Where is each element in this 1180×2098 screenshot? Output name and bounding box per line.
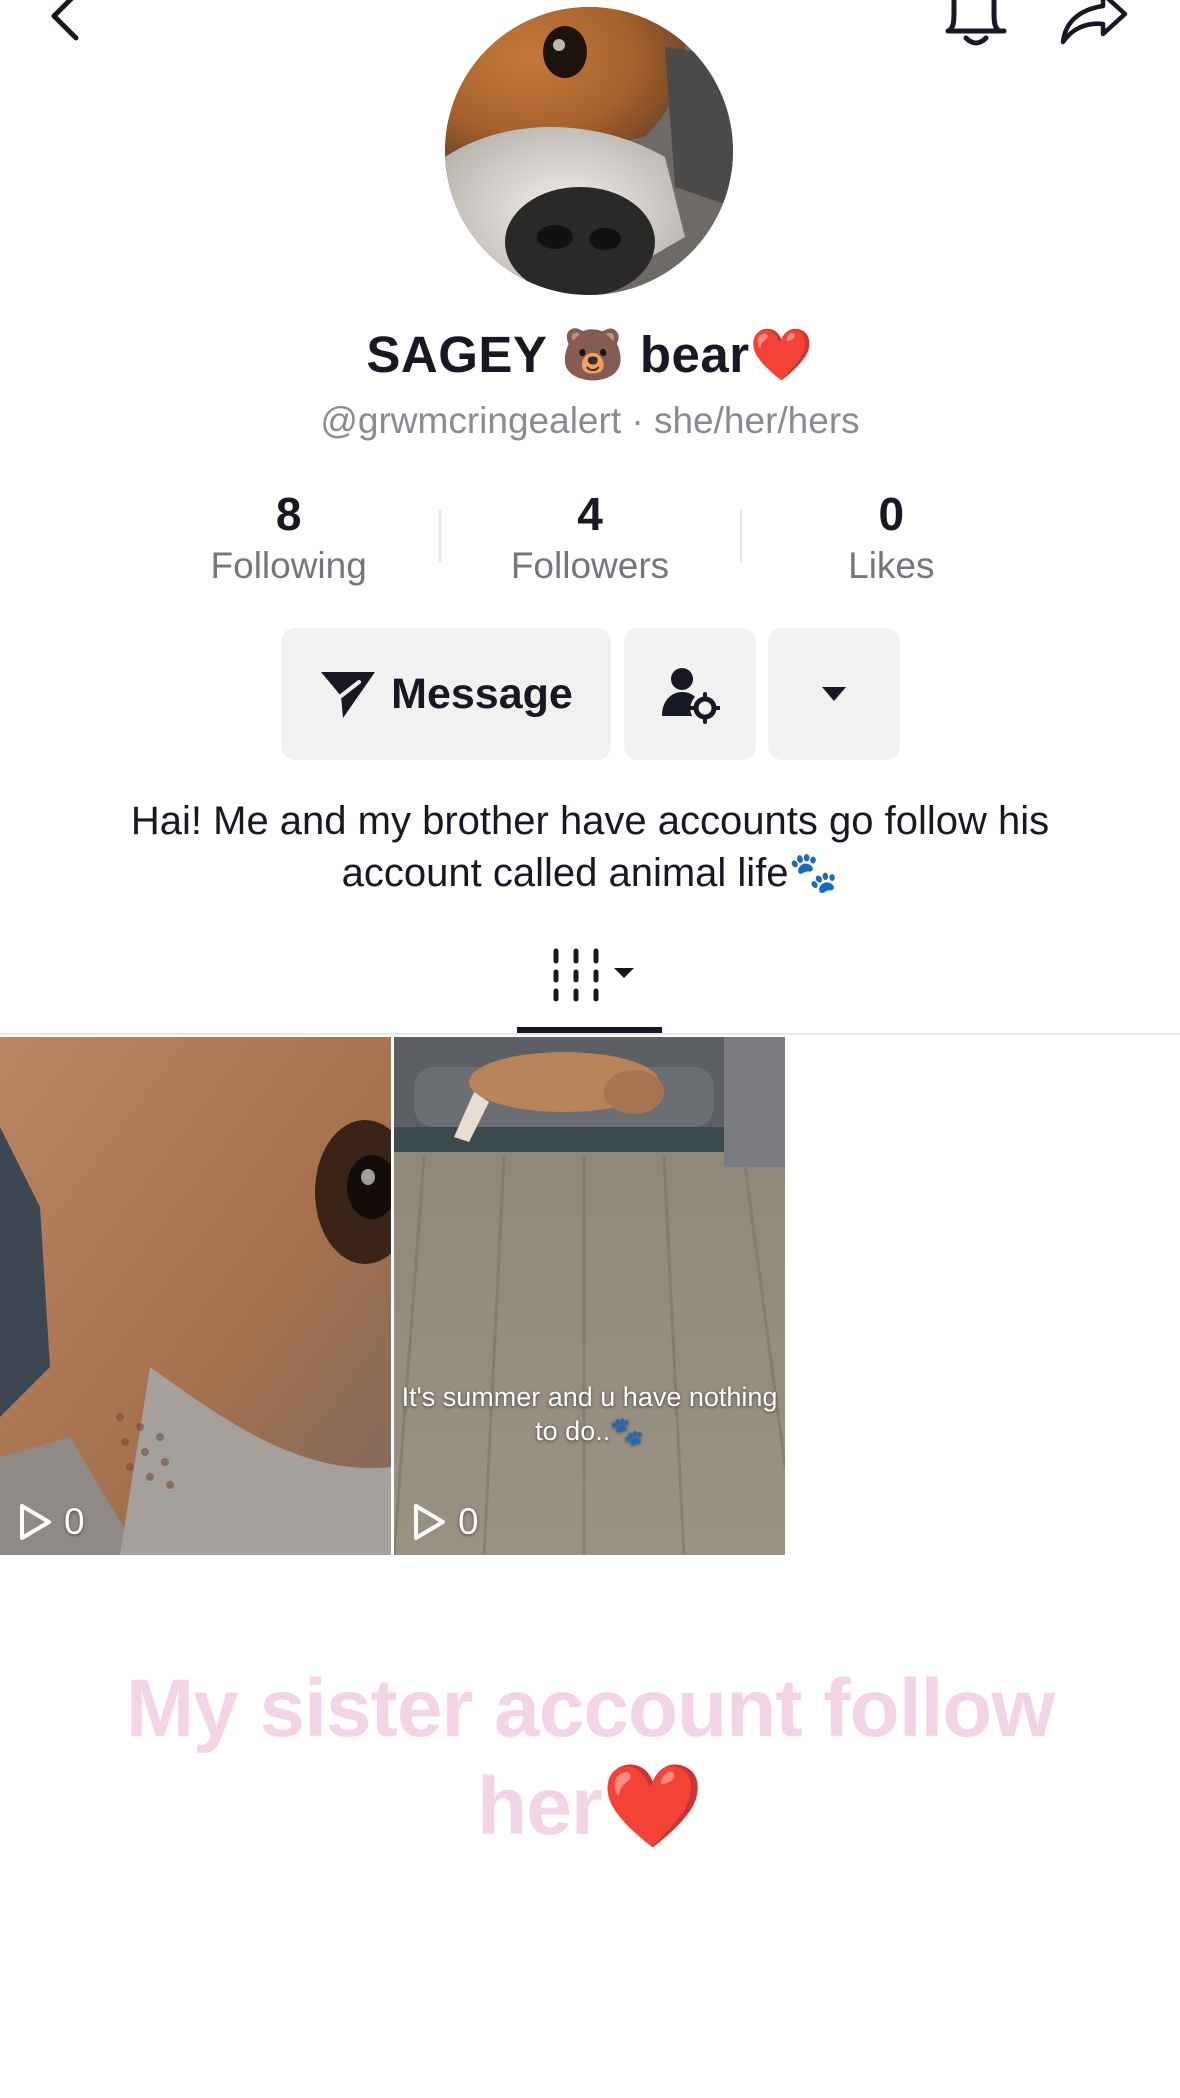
play-icon bbox=[414, 1504, 445, 1540]
caret-down-icon bbox=[822, 687, 846, 701]
video-tile[interactable]: 0 bbox=[0, 1037, 391, 1555]
video-tile[interactable]: It's summer and u have nothing to do..🐾 … bbox=[394, 1037, 785, 1555]
send-icon bbox=[321, 672, 376, 718]
avatar-image bbox=[445, 7, 733, 295]
stat-followers-count: 4 bbox=[577, 488, 603, 540]
share-arrow-icon bbox=[1060, 0, 1128, 45]
view-count-value: 0 bbox=[64, 1501, 85, 1542]
display-name: SAGEY 🐻 bear❤️ bbox=[366, 326, 814, 383]
profile-stats: 8 Following 4 Followers 0 Likes bbox=[138, 486, 1042, 596]
video-thumbnail bbox=[0, 1037, 391, 1555]
stat-divider bbox=[740, 510, 742, 562]
profile-tabs bbox=[0, 935, 1180, 1035]
username-pronouns: @grwmcringealert · she/her/hers bbox=[320, 400, 860, 441]
stat-likes[interactable]: 0 Likes bbox=[741, 486, 1042, 596]
play-icon bbox=[20, 1504, 51, 1540]
stat-followers[interactable]: 4 Followers bbox=[439, 486, 740, 596]
friend-settings-button[interactable] bbox=[624, 628, 756, 760]
stat-likes-count: 0 bbox=[878, 488, 905, 540]
profile-avatar[interactable] bbox=[445, 7, 733, 295]
video-grid: 0 It's summer and u have nothing to do..… bbox=[0, 1037, 1180, 1557]
message-button[interactable]: Message bbox=[281, 628, 611, 760]
stat-likes-label: Likes bbox=[848, 545, 935, 586]
video-caption: It's summer and u have nothing to do..🐾 bbox=[401, 1382, 778, 1446]
tab-videos[interactable] bbox=[517, 935, 662, 1035]
active-tab-indicator bbox=[517, 1027, 662, 1033]
share-button[interactable] bbox=[1055, 0, 1133, 50]
stat-following-count: 8 bbox=[275, 488, 302, 540]
notifications-button[interactable] bbox=[940, 0, 1012, 52]
stat-followers-label: Followers bbox=[510, 545, 670, 586]
profile-bio: Hai! Me and my brother have accounts go … bbox=[130, 799, 1050, 895]
promo-text: My sister account follow her❤️ bbox=[125, 1663, 1055, 1852]
back-button[interactable] bbox=[44, 0, 88, 44]
bell-icon bbox=[945, 0, 1007, 46]
stat-divider bbox=[439, 510, 441, 562]
person-settings-icon bbox=[662, 668, 720, 724]
view-count: 0 bbox=[412, 1501, 479, 1543]
view-count-value: 0 bbox=[458, 1501, 479, 1542]
view-count: 0 bbox=[18, 1501, 85, 1543]
more-options-button[interactable] bbox=[768, 628, 900, 760]
chevron-left-icon bbox=[51, 0, 79, 41]
grid-bars-icon bbox=[553, 948, 634, 1002]
message-button-label: Message bbox=[391, 669, 573, 718]
stat-following[interactable]: 8 Following bbox=[138, 486, 439, 596]
video-thumbnail bbox=[394, 1037, 785, 1555]
stat-following-label: Following bbox=[210, 545, 367, 586]
